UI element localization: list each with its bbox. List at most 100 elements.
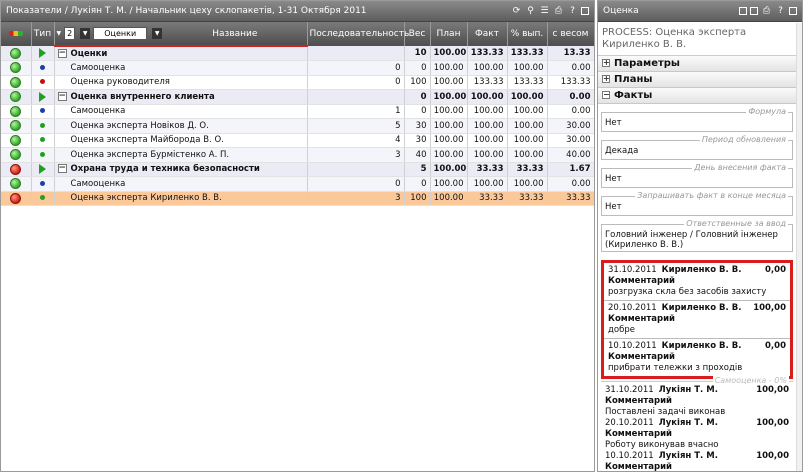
fact-date: 10.10.2011 xyxy=(608,341,657,351)
search-icon[interactable]: ⚲ xyxy=(525,6,536,17)
section-facts[interactable]: − Факты xyxy=(598,88,796,104)
fact-date: 20.10.2011 xyxy=(605,418,654,428)
collapse-icon: − xyxy=(602,90,610,99)
refresh-icon[interactable]: ⟳ xyxy=(511,6,522,17)
list-icon[interactable]: ☰ xyxy=(539,6,550,17)
help-icon[interactable]: ? xyxy=(775,6,786,17)
fact-entry: 10.10.2011 Кириленко В. В. 0,00 Комментарий… xyxy=(604,339,790,376)
fact-value: 0,00 xyxy=(765,265,786,275)
status-green-icon xyxy=(10,120,22,132)
status-cell xyxy=(1,118,32,134)
param-field: Формула Нет xyxy=(601,107,793,132)
weight-cell: 100 xyxy=(404,191,431,206)
fact-comment: добре xyxy=(608,325,635,335)
param-field: Ответственные за ввод Головний інженер / … xyxy=(601,219,793,252)
weighted-cell: 13.33 xyxy=(547,46,594,61)
weight-cell: 5 xyxy=(404,162,431,177)
fact-cell: 100.00 xyxy=(467,147,508,163)
collapse-icon[interactable]: − xyxy=(57,164,67,174)
table-row[interactable]: Оценка эксперта Кириленко В. В. 3 100 100.0… xyxy=(1,191,594,206)
indicators-table: Тип ▼ 2 ▼ Оценки ▼ Название Последовательн… xyxy=(1,22,594,206)
plan-cell: 100.00 xyxy=(430,75,468,90)
field-label: День внесения факта xyxy=(692,163,788,172)
status-green-icon xyxy=(10,178,22,190)
name-cell: Оценка эксперта Майборода В. О. xyxy=(54,133,308,148)
fact-column-header[interactable]: Факт xyxy=(467,22,508,46)
group-row[interactable]: − Охрана труда и техника безопасности 5 100… xyxy=(1,162,594,177)
weight-cell: 30 xyxy=(404,133,431,148)
type-dot-icon xyxy=(40,108,45,114)
name-cell: Оценка эксперта Кириленко В. В. xyxy=(54,191,308,206)
percent-cell: 100.00 xyxy=(507,118,548,134)
group-play-icon xyxy=(39,164,46,174)
print-icon[interactable]: ⎙ xyxy=(761,6,772,17)
type-column-header[interactable]: Тип xyxy=(31,22,55,46)
status-column-header[interactable] xyxy=(1,22,32,46)
filter-select[interactable]: Оценки xyxy=(93,27,148,40)
help-icon[interactable]: ? xyxy=(567,6,578,17)
fact-comment: Роботу виконував вчасно xyxy=(605,440,719,450)
name-header-label[interactable]: Название xyxy=(165,29,304,39)
plan-cell: 100.00 xyxy=(430,147,468,163)
window-icon[interactable] xyxy=(750,6,758,15)
status-green-icon xyxy=(10,47,22,59)
indicators-titlebar: Показатели / Лукіян Т. М. / Начальник це… xyxy=(1,1,594,22)
weight-cell: 10 xyxy=(404,46,431,61)
field-label: Формула xyxy=(746,107,788,116)
fact-entry: 31.10.2011 Лукіян Т. М. 100,00 Комментарий П… xyxy=(601,385,793,418)
section-plans[interactable]: + Планы xyxy=(598,72,796,88)
fact-cell: 133.33 xyxy=(467,46,508,61)
table-row[interactable]: Оценка руководителя 0 100 100.00 133.33 133.3… xyxy=(1,75,594,90)
collapse-icon[interactable]: − xyxy=(57,48,67,58)
weight-cell: 100 xyxy=(404,75,431,90)
type-dot-icon xyxy=(40,79,45,85)
table-row[interactable]: Самооценка 0 0 100.00 100.00 100.00 0.00 xyxy=(1,176,594,192)
level-select[interactable]: 2 xyxy=(64,27,76,40)
fact-comment-label: Комментарий xyxy=(608,352,675,362)
type-cell xyxy=(31,46,55,61)
weighted-column-header[interactable]: с весом xyxy=(547,22,594,46)
group-row[interactable]: − Оценка внутреннего клиента 0 100.00 100.00… xyxy=(1,89,594,105)
seq-column-header[interactable]: Последовательность xyxy=(307,22,409,46)
fact-cell: 100.00 xyxy=(467,60,508,76)
window-icon[interactable] xyxy=(739,6,747,15)
param-field: Период обновления Декада xyxy=(601,135,793,160)
name-cell: − Оценки xyxy=(54,46,308,61)
plan-column-header[interactable]: План xyxy=(430,22,468,46)
table-row[interactable]: Самооценка 1 0 100.00 100.00 100.00 0.00 xyxy=(1,104,594,119)
section-params[interactable]: + Параметры xyxy=(598,56,796,72)
table-row[interactable]: Оценка эксперта Бурмістенко А. П. 3 40 100.… xyxy=(1,147,594,163)
fact-cell: 100.00 xyxy=(467,118,508,134)
table-row[interactable]: Самооценка 0 0 100.00 100.00 100.00 0.00 xyxy=(1,60,594,76)
field-label: Ответственные за ввод xyxy=(684,219,788,229)
collapse-icon[interactable]: − xyxy=(57,91,67,101)
self-assessment-label: Самооценка - 0% xyxy=(712,376,789,385)
scrollbar[interactable] xyxy=(796,23,802,471)
table-header-row: Тип ▼ 2 ▼ Оценки ▼ Название Последовательн… xyxy=(1,22,594,47)
status-cell xyxy=(1,75,32,90)
table-row[interactable]: Оценка эксперта Майборода В. О. 4 30 100.00… xyxy=(1,133,594,148)
chevron-down-icon[interactable]: ▼ xyxy=(152,28,163,39)
param-field: День внесения факта Нет xyxy=(601,163,793,188)
fact-cell: 133.33 xyxy=(467,75,508,90)
fact-comment-label: Комментарий xyxy=(605,429,672,439)
field-label: Период обновления xyxy=(699,135,788,144)
weighted-cell: 30.00 xyxy=(547,133,594,148)
chevron-down-icon[interactable]: ▼ xyxy=(80,28,91,39)
status-cell xyxy=(1,191,32,206)
name-cell: Самооценка xyxy=(54,104,308,119)
print-icon[interactable]: ⎙ xyxy=(553,6,564,17)
name-cell: Оценка эксперта Новіков Д. О. xyxy=(54,118,308,134)
percent-column-header[interactable]: % вып. xyxy=(507,22,548,46)
type-cell xyxy=(31,162,55,177)
maximize-icon[interactable] xyxy=(789,6,797,15)
type-dot-icon xyxy=(40,122,45,128)
type-dot-icon xyxy=(40,195,45,201)
group-play-icon xyxy=(39,47,46,58)
percent-cell: 33.33 xyxy=(507,162,548,177)
seq-cell: 3 xyxy=(307,191,405,206)
sort-down-icon[interactable]: ▼ xyxy=(57,30,62,37)
table-row[interactable]: Оценка эксперта Новіков Д. О. 5 30 100.00 10… xyxy=(1,118,594,134)
maximize-icon[interactable] xyxy=(581,6,589,15)
group-row[interactable]: − Оценки 10 100.00 133.33 133.33 13.33 xyxy=(1,46,594,61)
